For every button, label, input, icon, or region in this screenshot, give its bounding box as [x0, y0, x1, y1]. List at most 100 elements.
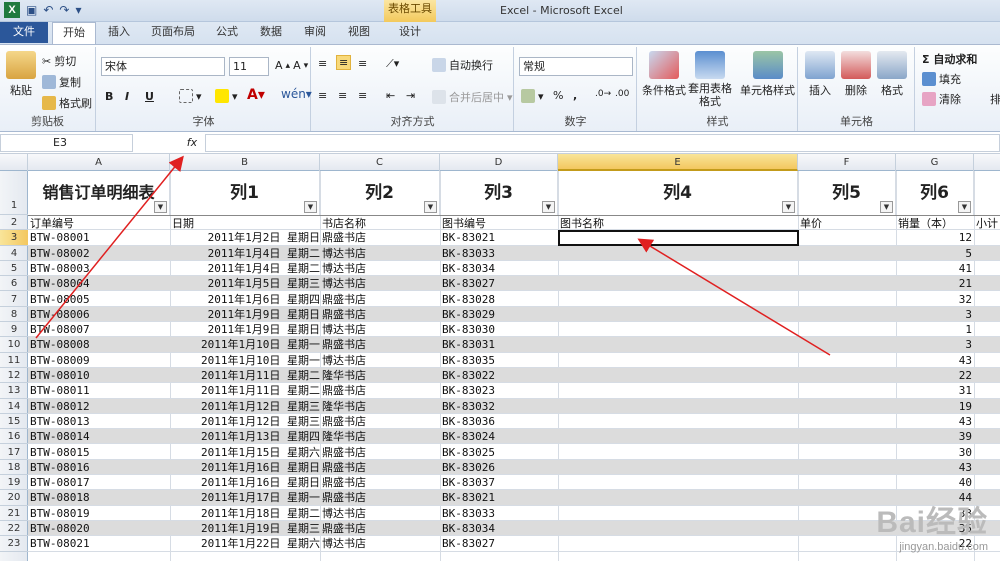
- row-header[interactable]: 4: [0, 246, 28, 261]
- tab-home[interactable]: 开始: [52, 22, 96, 44]
- header-cell[interactable]: 小计: [976, 216, 1000, 231]
- increase-indent-button[interactable]: ⇥: [406, 89, 415, 102]
- table-cell[interactable]: 2011年1月9日 星期日: [172, 322, 320, 337]
- table-cell[interactable]: [560, 261, 798, 276]
- table-cell[interactable]: 2011年1月16日 星期日: [172, 475, 320, 490]
- table-cell[interactable]: [800, 414, 896, 429]
- table-cell[interactable]: [560, 322, 798, 337]
- table-cell[interactable]: BK-83026: [442, 460, 558, 475]
- table-cell[interactable]: [560, 368, 798, 383]
- table-cell[interactable]: BTW-08020: [30, 521, 170, 536]
- table-cell[interactable]: 12: [898, 230, 974, 245]
- table-cell[interactable]: 鼎盛书店: [322, 230, 440, 245]
- table-cell[interactable]: BK-83030: [442, 322, 558, 337]
- header-cell[interactable]: 日期: [172, 216, 320, 231]
- header-cell[interactable]: 图书编号: [442, 216, 558, 231]
- column-header-g[interactable]: G: [896, 154, 974, 171]
- filter-dropdown-icon[interactable]: ▼: [542, 201, 555, 213]
- table-cell[interactable]: BK-83029: [442, 307, 558, 322]
- align-right-button[interactable]: ≡: [358, 89, 367, 102]
- table-cell[interactable]: [800, 429, 896, 444]
- autosum-button[interactable]: Σ 自动求和: [922, 51, 977, 67]
- column-title-cell[interactable]: 列4 ▼: [558, 171, 798, 215]
- merge-center-button[interactable]: 合并后居中 ▾: [432, 89, 513, 105]
- decrease-indent-button[interactable]: ⇤: [386, 89, 395, 102]
- table-cell[interactable]: 43: [898, 353, 974, 368]
- table-cell[interactable]: 2011年1月9日 星期日: [172, 307, 320, 322]
- select-all-button[interactable]: [0, 154, 28, 171]
- filter-dropdown-icon[interactable]: ▼: [304, 201, 317, 213]
- table-cell[interactable]: BTW-08003: [30, 261, 170, 276]
- table-cell[interactable]: BTW-08021: [30, 536, 170, 551]
- table-cell[interactable]: [800, 246, 896, 261]
- table-cell[interactable]: 鼎盛书店: [322, 445, 440, 460]
- table-cell[interactable]: [800, 276, 896, 291]
- table-cell[interactable]: BK-83021: [442, 490, 558, 505]
- row-header[interactable]: 19: [0, 475, 28, 491]
- row-header[interactable]: 22: [0, 521, 28, 537]
- table-cell[interactable]: 鼎盛书店: [322, 475, 440, 490]
- row-header[interactable]: 13: [0, 383, 28, 399]
- table-cell[interactable]: 3: [898, 307, 974, 322]
- table-cell[interactable]: BTW-08018: [30, 490, 170, 505]
- table-cell[interactable]: [560, 429, 798, 444]
- table-cell[interactable]: BK-83034: [442, 521, 558, 536]
- insert-cells-button[interactable]: 插入: [805, 51, 835, 98]
- table-cell[interactable]: 2011年1月10日 星期一: [172, 337, 320, 352]
- orientation-button[interactable]: ⟋▾: [386, 57, 399, 71]
- align-middle-button[interactable]: ≡: [336, 55, 352, 70]
- copy-button[interactable]: 复制: [42, 74, 81, 90]
- table-cell[interactable]: 2011年1月18日 星期二: [172, 506, 320, 521]
- table-cell[interactable]: BTW-08011: [30, 383, 170, 398]
- table-cell[interactable]: BK-83024: [442, 429, 558, 444]
- filter-dropdown-icon[interactable]: ▼: [880, 201, 893, 213]
- row-header[interactable]: 18: [0, 460, 28, 476]
- table-cell[interactable]: 2011年1月12日 星期三: [172, 414, 320, 429]
- header-cell[interactable]: 订单编号: [30, 216, 170, 231]
- header-cell[interactable]: 单价: [800, 216, 896, 231]
- column-header-b[interactable]: B: [170, 154, 320, 171]
- table-cell[interactable]: BK-83028: [442, 292, 558, 307]
- row-header[interactable]: 16: [0, 429, 28, 445]
- table-cell[interactable]: [800, 399, 896, 414]
- column-header-e[interactable]: E: [558, 154, 798, 171]
- tab-file[interactable]: 文件: [0, 22, 48, 43]
- table-cell[interactable]: 2011年1月2日 星期日: [172, 230, 320, 245]
- header-cell[interactable]: 书店名称: [322, 216, 440, 231]
- column-title-cell[interactable]: 列3 ▼: [440, 171, 558, 215]
- table-cell[interactable]: 博达书店: [322, 353, 440, 368]
- row-header[interactable]: 8: [0, 307, 28, 323]
- percent-button[interactable]: %: [553, 89, 563, 102]
- table-cell[interactable]: 2011年1月22日 星期六: [172, 536, 320, 551]
- table-cell[interactable]: [560, 475, 798, 490]
- undo-icon[interactable]: ↶: [43, 3, 53, 17]
- tab-review[interactable]: 审阅: [300, 22, 330, 44]
- tab-view[interactable]: 视图: [344, 22, 374, 44]
- table-cell[interactable]: 2011年1月10日 星期一: [172, 353, 320, 368]
- table-cell[interactable]: BTW-08009: [30, 353, 170, 368]
- table-cell[interactable]: 鼎盛书店: [322, 292, 440, 307]
- table-cell[interactable]: [800, 307, 896, 322]
- table-cell[interactable]: [560, 337, 798, 352]
- table-cell[interactable]: BTW-08007: [30, 322, 170, 337]
- row-header[interactable]: 10: [0, 337, 28, 353]
- table-cell[interactable]: [560, 276, 798, 291]
- table-cell[interactable]: 博达书店: [322, 246, 440, 261]
- table-cell[interactable]: BK-83021: [442, 230, 558, 245]
- table-cell[interactable]: [560, 399, 798, 414]
- table-cell[interactable]: [560, 506, 798, 521]
- table-cell[interactable]: BK-83033: [442, 506, 558, 521]
- row-header[interactable]: 12: [0, 368, 28, 384]
- column-title-cell[interactable]: 列2 ▼: [320, 171, 440, 215]
- phonetic-button[interactable]: wén▾: [281, 87, 312, 101]
- italic-button[interactable]: I: [125, 90, 129, 103]
- row-header[interactable]: 14: [0, 399, 28, 414]
- table-cell[interactable]: 1: [898, 322, 974, 337]
- border-button[interactable]: ▾: [179, 89, 202, 103]
- column-header-a[interactable]: A: [28, 154, 170, 171]
- table-cell[interactable]: 30: [898, 445, 974, 460]
- font-size-select[interactable]: 11: [229, 57, 269, 76]
- table-cell[interactable]: 2011年1月6日 星期四: [172, 292, 320, 307]
- table-cell[interactable]: 2011年1月4日 星期二: [172, 261, 320, 276]
- comma-button[interactable]: ,: [573, 89, 577, 102]
